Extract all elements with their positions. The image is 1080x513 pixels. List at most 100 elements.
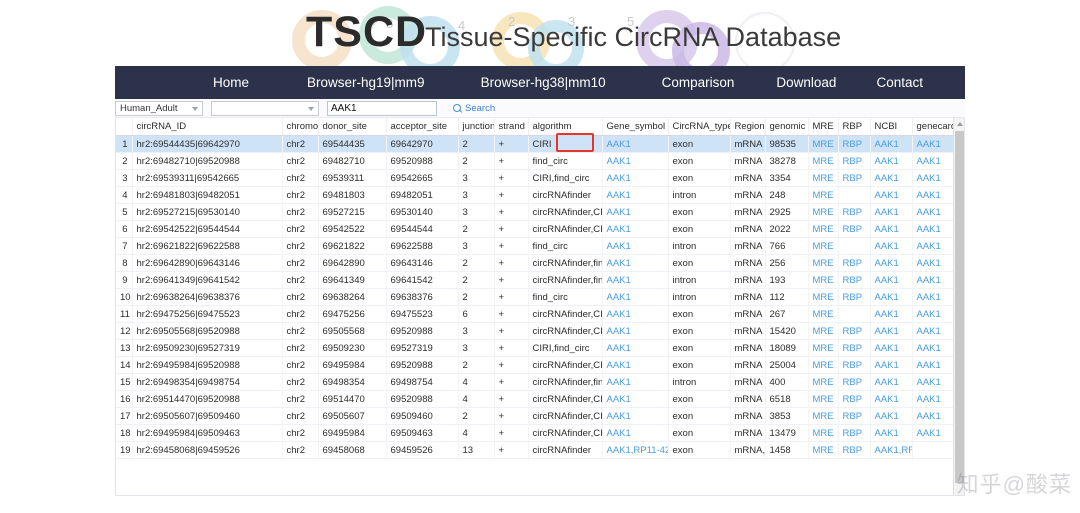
cell-ncbi[interactable]: AAK1 <box>870 408 912 425</box>
cell-genecards-link[interactable]: AAK1 <box>917 394 941 405</box>
table-row[interactable]: 15hr2:69498354|69498754chr26949835469498… <box>116 374 957 391</box>
cell-ncbi-link[interactable]: AAK1 <box>875 377 899 388</box>
cell-genecards-link[interactable]: AAK1 <box>917 377 941 388</box>
cell-mre-link[interactable]: MRE <box>813 173 834 184</box>
cell-mre[interactable]: MRE <box>808 357 838 374</box>
cell-gene-symbol-link[interactable]: AAK1 <box>607 428 631 439</box>
header-junction[interactable]: junction <box>458 118 494 136</box>
cell-mre-link[interactable]: MRE <box>813 190 834 201</box>
cell-ncbi-link[interactable]: AAK1 <box>875 309 899 320</box>
table-row[interactable]: 5hr2:69527215|69530140chr269527215695301… <box>116 204 957 221</box>
cell-rbp[interactable]: RBP <box>838 408 870 425</box>
cell-mre-link[interactable]: MRE <box>813 258 834 269</box>
table-row[interactable]: 13hr2:69509230|69527319chr26950923069527… <box>116 340 957 357</box>
table-row[interactable]: 7hr2:69621822|69622588chr269621822696225… <box>116 238 957 255</box>
tissue-select[interactable]: Human_Adult <box>115 101 203 116</box>
cell-gene-symbol[interactable]: AAK1 <box>602 153 668 170</box>
nav-browser-hg38[interactable]: Browser-hg38|mm10 <box>481 75 606 90</box>
header-donor-site[interactable]: donor_site <box>318 118 386 136</box>
cell-gene-symbol-link[interactable]: AAK1 <box>607 292 631 303</box>
cell-ncbi-link[interactable]: AAK1 <box>875 360 899 371</box>
cell-gene-symbol[interactable]: AAK1 <box>602 306 668 323</box>
cell-rbp-link[interactable]: RBP <box>843 445 863 456</box>
cell-rbp-link[interactable]: RBP <box>843 173 863 184</box>
cell-genecards[interactable]: AAK1 <box>912 374 957 391</box>
secondary-select[interactable] <box>211 101 319 116</box>
cell-gene-symbol-link[interactable]: AAK1 <box>607 360 631 371</box>
cell-ncbi-link[interactable]: AAK1 <box>875 394 899 405</box>
cell-genecards[interactable]: AAK1 <box>912 306 957 323</box>
cell-mre[interactable]: MRE <box>808 272 838 289</box>
cell-ncbi-link[interactable]: AAK1 <box>875 258 899 269</box>
cell-genecards-link[interactable]: AAK1 <box>917 411 941 422</box>
nav-browser-hg19[interactable]: Browser-hg19|mm9 <box>307 75 425 90</box>
cell-rbp-link[interactable]: RBP <box>843 258 863 269</box>
table-row[interactable]: 16hr2:69514470|69520988chr26951447069520… <box>116 391 957 408</box>
cell-gene-symbol-link[interactable]: AAK1 <box>607 394 631 405</box>
cell-rbp[interactable] <box>838 238 870 255</box>
cell-genecards-link[interactable]: AAK1 <box>917 139 941 150</box>
cell-ncbi[interactable]: AAK1 <box>870 272 912 289</box>
cell-rbp[interactable]: RBP <box>838 204 870 221</box>
cell-genecards-link[interactable]: AAK1 <box>917 360 941 371</box>
header-ncbi[interactable]: NCBI <box>870 118 912 136</box>
cell-mre[interactable]: MRE <box>808 374 838 391</box>
table-row[interactable]: 3hr2:69539311|69542665chr269539311695426… <box>116 170 957 187</box>
cell-rbp[interactable] <box>838 187 870 204</box>
cell-mre-link[interactable]: MRE <box>813 326 834 337</box>
cell-rbp-link[interactable]: RBP <box>843 360 863 371</box>
cell-genecards[interactable]: AAK1 <box>912 425 957 442</box>
cell-rbp[interactable]: RBP <box>838 357 870 374</box>
cell-genecards[interactable]: AAK1 <box>912 221 957 238</box>
cell-gene-symbol[interactable]: AAK1 <box>602 204 668 221</box>
cell-gene-symbol[interactable]: AAK1 <box>602 323 668 340</box>
cell-rbp[interactable] <box>838 306 870 323</box>
cell-genecards-link[interactable]: AAK1 <box>917 292 941 303</box>
cell-gene-symbol-link[interactable]: AAK1 <box>607 173 631 184</box>
header-mre[interactable]: MRE <box>808 118 838 136</box>
cell-ncbi-link[interactable]: AAK1 <box>875 343 899 354</box>
cell-ncbi[interactable]: AAK1 <box>870 221 912 238</box>
cell-gene-symbol[interactable]: AAK1 <box>602 425 668 442</box>
table-row[interactable]: 18hr2:69495984|69509463chr26949598469509… <box>116 425 957 442</box>
cell-mre[interactable]: MRE <box>808 323 838 340</box>
cell-ncbi[interactable]: AAK1 <box>870 204 912 221</box>
cell-genecards[interactable]: AAK1 <box>912 340 957 357</box>
table-row[interactable]: 17hr2:69505607|69509460chr26950560769509… <box>116 408 957 425</box>
cell-genecards-link[interactable]: AAK1 <box>917 343 941 354</box>
cell-mre[interactable]: MRE <box>808 255 838 272</box>
cell-ncbi-link[interactable]: AAK1 <box>875 173 899 184</box>
cell-rbp-link[interactable]: RBP <box>843 292 863 303</box>
cell-rbp[interactable]: RBP <box>838 170 870 187</box>
cell-rbp[interactable]: RBP <box>838 136 870 153</box>
cell-rbp[interactable]: RBP <box>838 272 870 289</box>
cell-gene-symbol-link[interactable]: AAK1 <box>607 139 631 150</box>
cell-gene-symbol[interactable]: AAK1 <box>602 221 668 238</box>
cell-genecards-link[interactable]: AAK1 <box>917 156 941 167</box>
header-genecards[interactable]: genecards <box>912 118 957 136</box>
header-genomic[interactable]: genomic <box>765 118 808 136</box>
cell-ncbi-link[interactable]: AAK1 <box>875 326 899 337</box>
cell-mre[interactable]: MRE <box>808 289 838 306</box>
cell-mre-link[interactable]: MRE <box>813 428 834 439</box>
cell-rbp-link[interactable]: RBP <box>843 207 863 218</box>
cell-genecards[interactable]: AAK1 <box>912 136 957 153</box>
header-algorithm[interactable]: algorithm <box>528 118 602 136</box>
cell-ncbi[interactable]: AAK1 <box>870 170 912 187</box>
cell-gene-symbol-link[interactable]: AAK1 <box>607 326 631 337</box>
cell-mre[interactable]: MRE <box>808 221 838 238</box>
cell-mre-link[interactable]: MRE <box>813 275 834 286</box>
cell-ncbi[interactable]: AAK1 <box>870 136 912 153</box>
cell-rbp-link[interactable]: RBP <box>843 428 863 439</box>
cell-ncbi[interactable]: AAK1 <box>870 357 912 374</box>
header-circrna-id[interactable]: circRNA_ID <box>132 118 282 136</box>
table-row[interactable]: 11hr2:69475256|69475523chr26947525669475… <box>116 306 957 323</box>
cell-rbp-link[interactable]: RBP <box>843 394 863 405</box>
cell-genecards[interactable]: AAK1 <box>912 187 957 204</box>
cell-mre-link[interactable]: MRE <box>813 411 834 422</box>
cell-mre[interactable]: MRE <box>808 442 838 459</box>
cell-mre-link[interactable]: MRE <box>813 207 834 218</box>
header-region[interactable]: Region <box>730 118 765 136</box>
cell-gene-symbol-link[interactable]: AAK1 <box>607 258 631 269</box>
cell-genecards[interactable] <box>912 442 957 459</box>
